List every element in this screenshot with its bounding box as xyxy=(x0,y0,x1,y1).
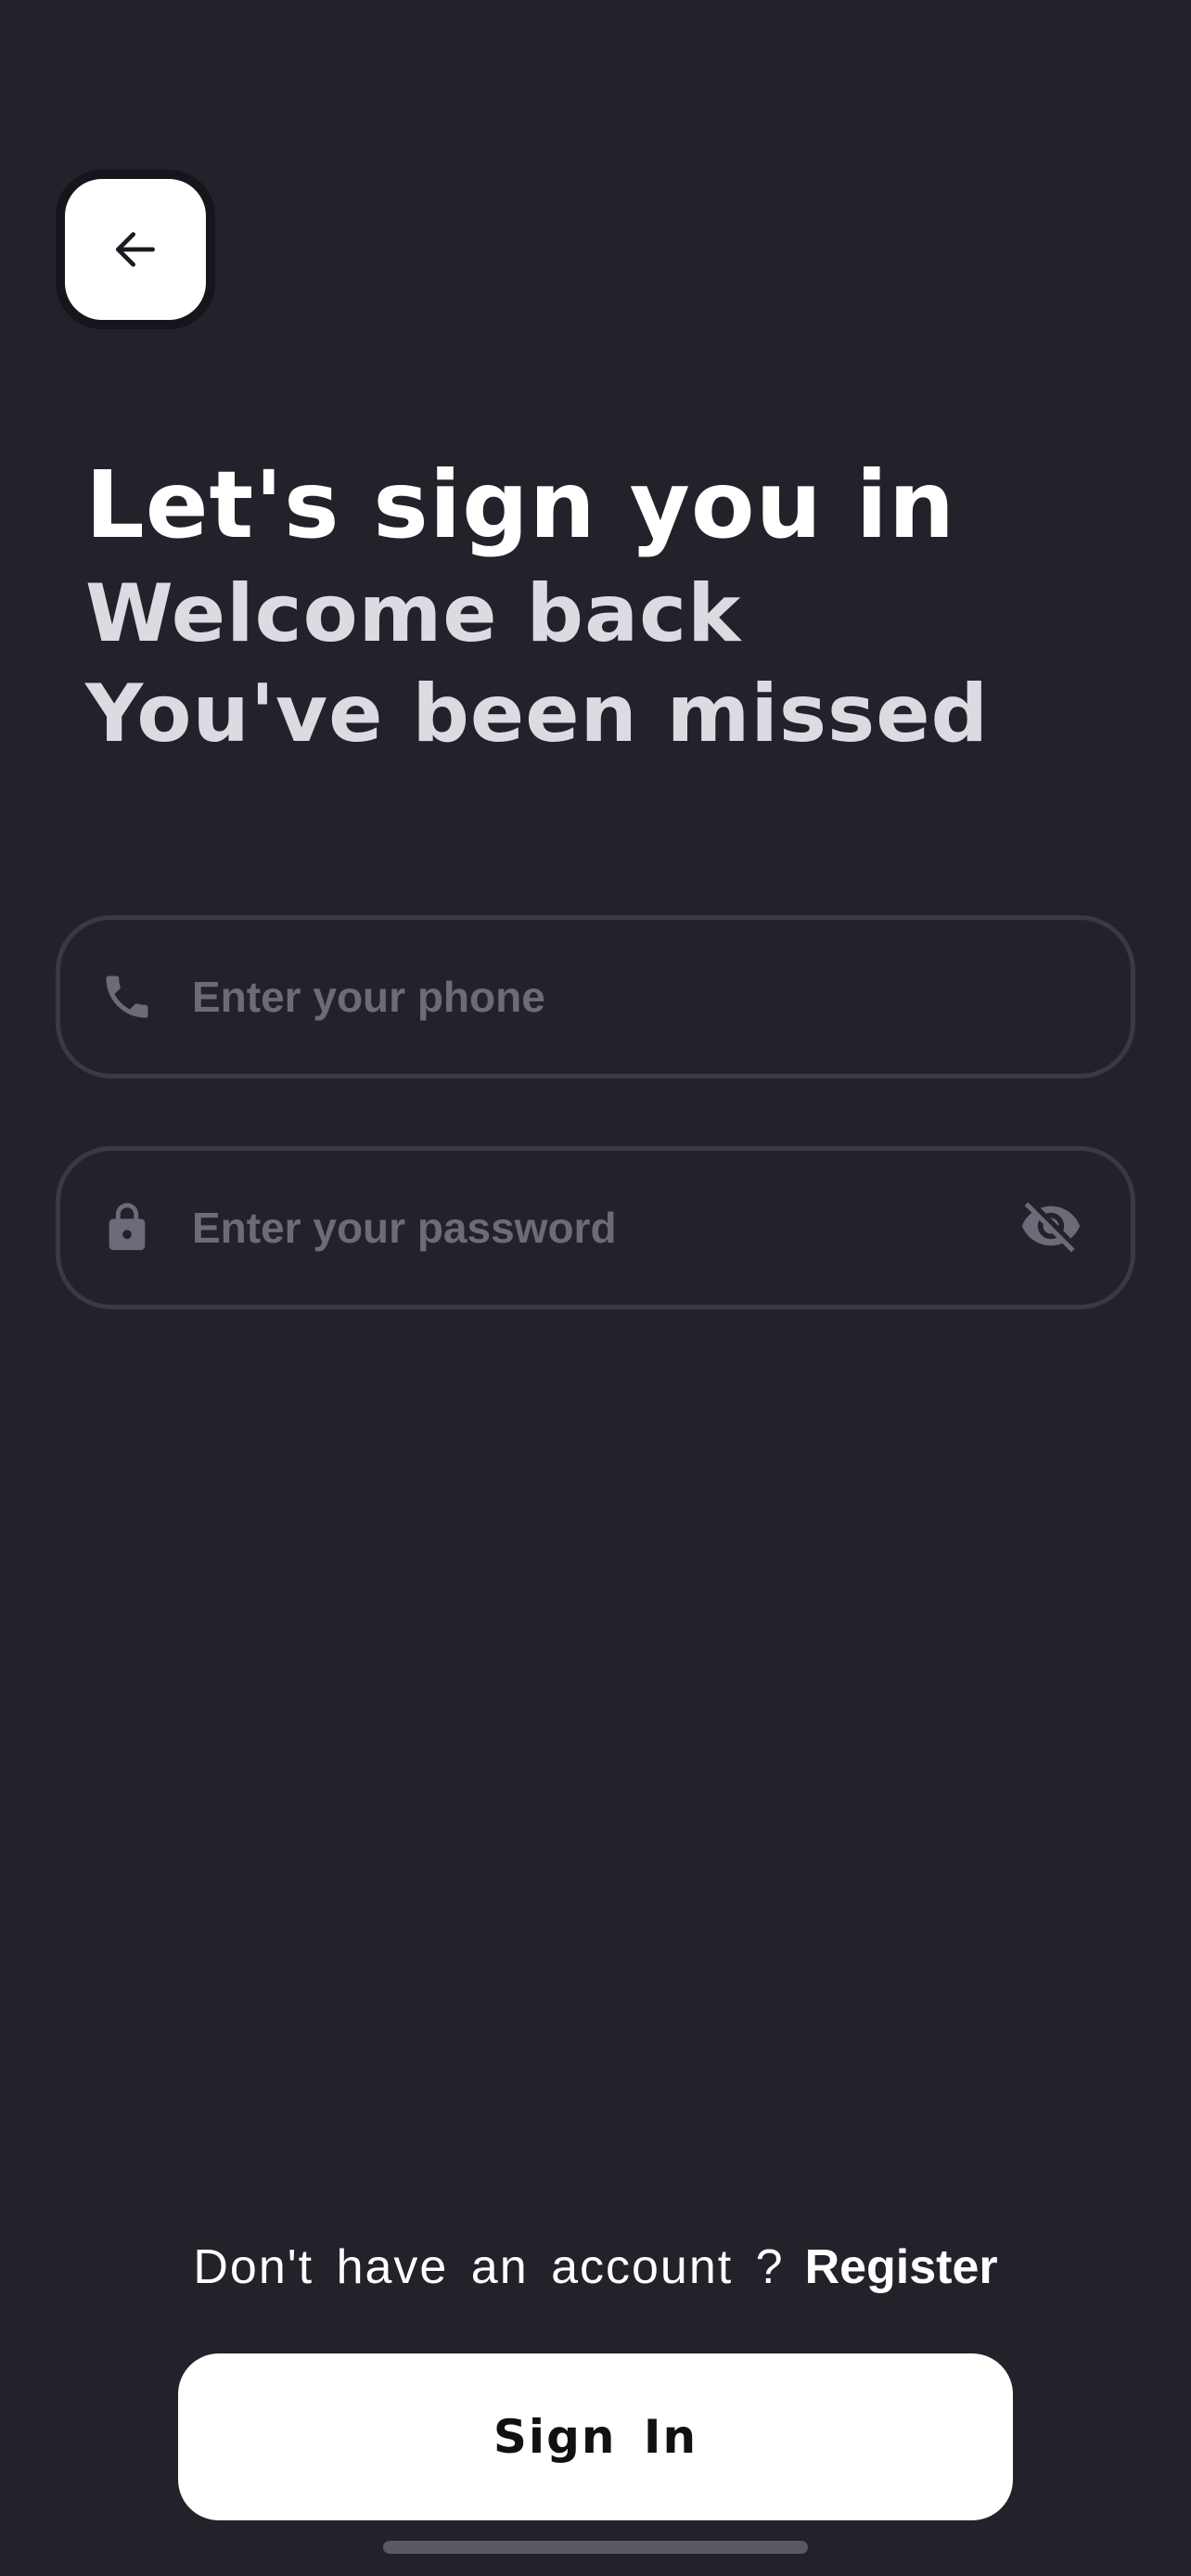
password-input[interactable] xyxy=(192,1151,1001,1305)
password-visibility-toggle[interactable] xyxy=(1018,1194,1084,1261)
lock-icon xyxy=(97,1198,157,1257)
eye-off-icon xyxy=(1019,1194,1082,1262)
register-link[interactable]: Register xyxy=(805,2240,998,2294)
page-title: Let's sign you in xyxy=(85,451,956,559)
home-indicator xyxy=(383,2541,808,2554)
phone-input[interactable] xyxy=(192,920,1001,1074)
register-row: Don't have an account ? Register xyxy=(0,2235,1191,2300)
register-prompt: Don't have an account ? xyxy=(193,2240,785,2294)
phone-field xyxy=(56,915,1135,1078)
phone-icon xyxy=(97,967,157,1027)
back-button[interactable] xyxy=(56,170,215,329)
arrow-left-icon xyxy=(109,223,161,275)
missed-subtitle: You've been missed xyxy=(85,668,990,760)
welcome-subtitle: Welcome back xyxy=(85,567,742,660)
password-field xyxy=(56,1146,1135,1309)
sign-in-button[interactable]: Sign In xyxy=(178,2353,1013,2520)
